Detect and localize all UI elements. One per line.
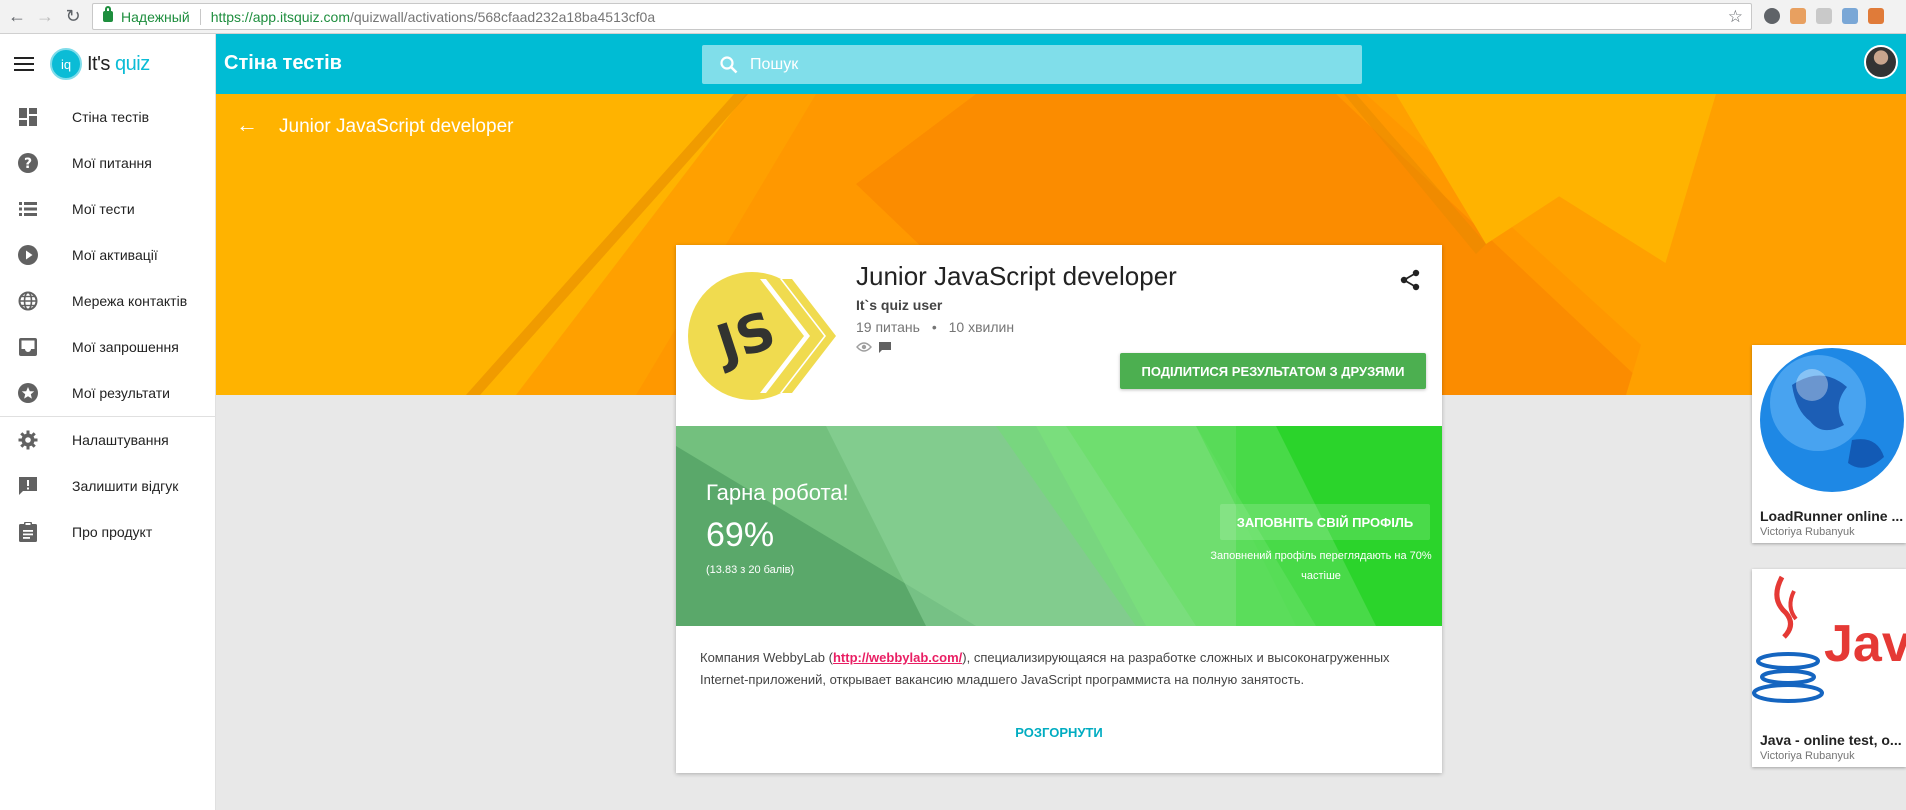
suggested-quiz-title: Java - online test, o... <box>1760 732 1902 748</box>
logo-prefix: It's <box>87 52 110 75</box>
logo-suffix: quiz <box>115 52 150 75</box>
sidebar-item-my-activations[interactable]: Мої активації <box>0 232 215 278</box>
sidebar-item-invitations[interactable]: Мої запрошення <box>0 324 215 370</box>
result-points: (13.83 з 20 балів) <box>706 564 795 576</box>
description-text-start: Компания WebbyLab ( <box>700 650 833 665</box>
share-results-button[interactable]: ПОДІЛИТИСЯ РЕЗУЛЬТАТОМ З ДРУЗЯМИ <box>1120 353 1426 389</box>
java-logo-image: Jav <box>1752 569 1906 719</box>
logo[interactable]: It's quiz <box>87 53 150 76</box>
reload-icon[interactable]: ↻ <box>62 6 84 28</box>
extension-icon[interactable] <box>1764 8 1780 24</box>
description-link[interactable]: http://webbylab.com/ <box>833 650 962 665</box>
feedback-icon <box>18 476 38 496</box>
sidebar-item-my-questions[interactable]: ? Мої питання <box>0 140 215 186</box>
search-placeholder: Пошук <box>750 55 799 73</box>
quiz-author[interactable]: It`s quiz user <box>856 297 942 313</box>
clipboard-icon <box>18 522 38 542</box>
sidebar-item-label: Налаштування <box>72 432 169 448</box>
sidebar-item-label: Про продукт <box>72 524 153 540</box>
profile-note: Заповнений профіль переглядають на 70% ч… <box>1210 550 1432 582</box>
list-icon <box>18 199 38 219</box>
sidebar-item-label: Мої тести <box>72 201 135 217</box>
logo-mark: iq <box>50 48 82 80</box>
result-panel: Гарна робота! 69% (13.83 з 20 балів) ЗАП… <box>676 426 1442 626</box>
url-host: https://app.itsquiz.com <box>210 8 350 25</box>
sidebar-item-label: Мої результати <box>72 385 170 401</box>
extension-icon[interactable] <box>1816 8 1832 24</box>
quiz-stats <box>856 341 892 354</box>
result-headline: Гарна робота! <box>706 480 849 505</box>
quiz-title: Junior JavaScript developer <box>856 261 1177 291</box>
java-logo-text: Jav <box>1824 615 1906 673</box>
extension-icon[interactable] <box>1790 8 1806 24</box>
forward-arrow-icon[interactable]: → <box>34 6 56 28</box>
sidebar: iq It's quiz Стіна тестів ? Мої питання … <box>0 34 216 810</box>
sidebar-item-settings[interactable]: Налаштування <box>0 417 215 463</box>
sidebar-item-contacts[interactable]: Мережа контактів <box>0 278 215 324</box>
lock-icon <box>103 6 113 22</box>
page-title: Стіна тестів <box>224 52 342 74</box>
suggested-quiz-author: Victoriya Rubanyuk <box>1760 526 1855 538</box>
sidebar-item-label: Мої питання <box>72 155 152 171</box>
suggested-quiz-title: LoadRunner online ... <box>1760 508 1904 524</box>
quiz-card: JS Junior JavaScript developer It`s quiz… <box>676 245 1442 773</box>
quiz-description: Компания WebbyLab (http://webbylab.com/)… <box>700 647 1420 691</box>
sidebar-item-my-results[interactable]: Мої результати <box>0 370 215 416</box>
play-icon <box>18 245 38 265</box>
logo-row: iq It's quiz <box>0 34 215 94</box>
extension-icon[interactable] <box>1842 8 1858 24</box>
extension-icon[interactable] <box>1868 8 1884 24</box>
quiz-logo: JS <box>688 272 836 400</box>
suggested-quiz-card[interactable]: LoadRunner online ... Victoriya Rubanyuk <box>1752 345 1906 543</box>
secure-label: Надежный <box>121 8 190 25</box>
fill-profile-button[interactable]: ЗАПОВНІТЬ СВІЙ ПРОФІЛЬ <box>1220 504 1430 540</box>
url-divider <box>199 8 201 25</box>
browser-toolbar: ← → ↻ Надежный https://app.itsquiz.com/q… <box>0 0 1906 34</box>
sidebar-item-my-quizzes[interactable]: Мої тести <box>0 186 215 232</box>
url-path: /quizwall/activations/568cfaad232a18ba45… <box>349 8 656 25</box>
result-percent: 69% <box>706 516 775 554</box>
avatar[interactable] <box>1864 45 1898 79</box>
gear-icon <box>18 430 38 450</box>
star-icon <box>18 383 38 403</box>
globe-image <box>1752 345 1906 495</box>
share-icon[interactable] <box>1400 269 1420 291</box>
comment-icon <box>879 342 891 353</box>
back-arrow-icon[interactable]: ← <box>6 6 28 28</box>
inbox-icon <box>18 337 38 357</box>
eye-icon <box>856 342 872 352</box>
globe-icon <box>18 291 38 311</box>
dashboard-icon <box>18 107 38 127</box>
sidebar-item-label: Залишити відгук <box>72 478 179 494</box>
meta-separator: • <box>931 319 937 335</box>
svg-text:?: ? <box>24 156 32 172</box>
sidebar-item-feedback[interactable]: Залишити відгук <box>0 463 215 509</box>
help-icon: ? <box>18 153 38 173</box>
sidebar-item-about[interactable]: Про продукт <box>0 509 215 555</box>
suggested-quiz-author: Victoriya Rubanyuk <box>1760 750 1855 762</box>
quiz-duration: 10 хвилин <box>948 319 1015 335</box>
sidebar-item-label: Мої запрошення <box>72 339 179 355</box>
search-input[interactable]: Пошук <box>702 45 1362 84</box>
hero-title: Junior JavaScript developer <box>279 116 514 137</box>
app-bar: Стіна тестів Пошук <box>216 34 1906 94</box>
expand-button[interactable]: РОЗГОРНУТИ <box>676 725 1442 740</box>
quiz-meta: 19 питань • 10 хвилин <box>856 319 1014 335</box>
address-bar[interactable]: Надежный https://app.itsquiz.com/quizwal… <box>92 3 1752 30</box>
sidebar-item-label: Мої активації <box>72 247 158 263</box>
search-icon <box>720 55 738 73</box>
question-count: 19 питань <box>856 319 920 335</box>
menu-icon[interactable] <box>14 57 34 71</box>
bookmark-star-icon[interactable]: ☆ <box>1728 7 1743 27</box>
back-arrow-icon[interactable]: ← <box>236 112 258 138</box>
sidebar-item-quiz-wall[interactable]: Стіна тестів <box>0 94 215 140</box>
sidebar-item-label: Стіна тестів <box>72 109 150 125</box>
suggested-quiz-card[interactable]: Jav Java - online test, o... Victoriya R… <box>1752 569 1906 767</box>
sidebar-item-label: Мережа контактів <box>72 293 188 309</box>
